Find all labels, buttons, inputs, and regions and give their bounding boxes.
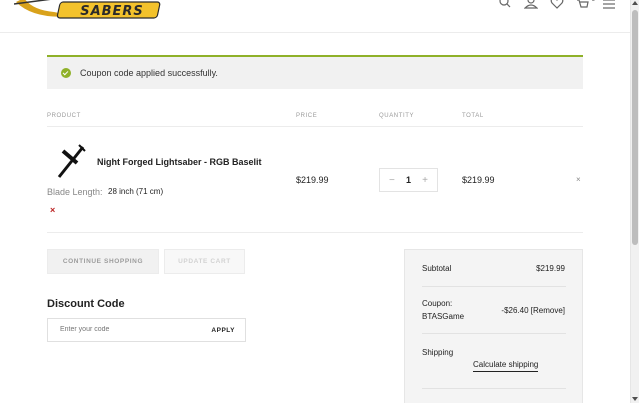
item-price: $219.99 bbox=[296, 175, 329, 185]
remove-item-icon[interactable]: × bbox=[50, 205, 55, 215]
coupon-discount-remove-link[interactable]: -$26.40 [Remove] bbox=[501, 306, 565, 315]
cart-button[interactable]: 0 bbox=[576, 0, 595, 9]
qty-decrease-button[interactable]: − bbox=[389, 175, 395, 186]
cart-count: 0 bbox=[591, 0, 595, 3]
col-header-product: PRODUCT bbox=[47, 113, 81, 119]
quantity-stepper: − 1 + bbox=[379, 168, 438, 192]
header-icons: 0 bbox=[498, 0, 616, 10]
item-total: $219.99 bbox=[462, 175, 495, 185]
scroll-thumb[interactable] bbox=[632, 10, 638, 245]
col-header-total: TOTAL bbox=[462, 113, 484, 119]
totals-divider bbox=[422, 333, 566, 334]
discount-title: Discount Code bbox=[47, 298, 125, 310]
scroll-down-arrow-icon[interactable] bbox=[632, 397, 638, 401]
table-divider bbox=[47, 126, 583, 127]
totals-divider bbox=[422, 388, 566, 389]
blade-length-label: Blade Length: bbox=[47, 187, 103, 197]
page-scrollbar[interactable] bbox=[630, 0, 639, 403]
qty-value[interactable]: 1 bbox=[406, 175, 411, 185]
account-icon[interactable] bbox=[524, 0, 538, 9]
discount-form: APPLY bbox=[47, 318, 246, 342]
blade-length-value: 28 inch (71 cm) bbox=[108, 187, 164, 196]
site-header: SABERS 0 bbox=[0, 0, 630, 33]
svg-text:SABERS: SABERS bbox=[80, 4, 144, 19]
search-icon[interactable] bbox=[498, 0, 512, 9]
wishlist-icon[interactable] bbox=[550, 0, 564, 9]
sabers-logo[interactable]: SABERS bbox=[14, 0, 164, 24]
check-circle-icon bbox=[61, 68, 71, 78]
col-header-quantity: QUANTITY bbox=[379, 113, 415, 119]
product-name-link[interactable]: Night Forged Lightsaber - RGB Baselit bbox=[97, 157, 262, 167]
menu-icon[interactable] bbox=[602, 0, 616, 9]
coupon-code: BTASGame bbox=[422, 312, 465, 321]
table-divider bbox=[47, 232, 583, 233]
shipping-label: Shipping bbox=[422, 348, 454, 357]
qty-increase-button[interactable]: + bbox=[422, 175, 428, 186]
coupon-label: Coupon: bbox=[422, 299, 453, 308]
totals-divider bbox=[422, 286, 566, 287]
coupon-success-notice: Coupon code applied successfully. bbox=[47, 55, 583, 89]
product-image[interactable] bbox=[55, 143, 87, 179]
cart-totals: Subtotal $219.99 Coupon: BTASGame -$26.4… bbox=[404, 249, 583, 403]
notice-text: Coupon code applied successfully. bbox=[80, 68, 218, 78]
cart-icon bbox=[577, 0, 589, 8]
subtotal-value: $219.99 bbox=[536, 264, 565, 273]
col-header-price: PRICE bbox=[296, 113, 318, 119]
continue-shopping-button[interactable]: CONTINUE SHOPPING bbox=[47, 249, 159, 274]
discount-code-input[interactable] bbox=[60, 326, 190, 333]
row-remove-icon[interactable]: × bbox=[576, 175, 581, 184]
apply-coupon-button[interactable]: APPLY bbox=[211, 327, 235, 334]
calculate-shipping-link[interactable]: Calculate shipping bbox=[473, 360, 539, 372]
subtotal-label: Subtotal bbox=[422, 264, 452, 273]
scroll-up-arrow-icon[interactable] bbox=[632, 1, 638, 5]
update-cart-button[interactable]: UPDATE CART bbox=[164, 249, 245, 274]
